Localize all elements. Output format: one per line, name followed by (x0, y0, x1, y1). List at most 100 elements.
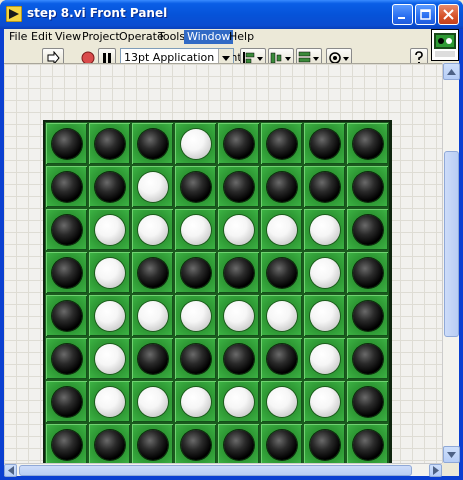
front-panel-canvas[interactable] (4, 63, 442, 469)
board-cell[interactable] (303, 423, 346, 466)
black-piece (51, 257, 82, 288)
board-cell[interactable] (346, 337, 389, 380)
board-cell[interactable] (131, 165, 174, 208)
board-cell[interactable] (346, 251, 389, 294)
board-cell[interactable] (45, 380, 88, 423)
white-piece (309, 343, 340, 374)
board-cell[interactable] (346, 294, 389, 337)
board-cell[interactable] (346, 165, 389, 208)
menu-file[interactable]: File (6, 30, 30, 44)
black-piece (266, 257, 297, 288)
white-piece (180, 386, 211, 417)
board-cell[interactable] (217, 423, 260, 466)
board-cell[interactable] (131, 208, 174, 251)
board-cell[interactable] (174, 165, 217, 208)
black-piece (352, 386, 383, 417)
board-cell[interactable] (174, 337, 217, 380)
board-cell[interactable] (217, 337, 260, 380)
board-cell[interactable] (260, 251, 303, 294)
board-cell[interactable] (88, 423, 131, 466)
black-piece (352, 128, 383, 159)
black-piece (94, 128, 125, 159)
board-cell[interactable] (45, 423, 88, 466)
board-cell[interactable] (45, 294, 88, 337)
board-cell[interactable] (303, 294, 346, 337)
white-piece (223, 214, 254, 245)
board-cell[interactable] (346, 122, 389, 165)
maximize-button[interactable] (415, 4, 436, 25)
board-cell[interactable] (260, 337, 303, 380)
board-cell[interactable] (88, 337, 131, 380)
board-cell[interactable] (346, 423, 389, 466)
vertical-scrollbar[interactable] (442, 63, 460, 463)
horizontal-scroll-thumb[interactable] (19, 465, 412, 476)
board-cell[interactable] (131, 294, 174, 337)
board-cell[interactable] (260, 122, 303, 165)
menu-help[interactable]: Help (226, 30, 257, 44)
board-cell[interactable] (45, 208, 88, 251)
board-cell[interactable] (131, 337, 174, 380)
board-cell[interactable] (303, 337, 346, 380)
board-cell[interactable] (217, 122, 260, 165)
board-cell[interactable] (45, 251, 88, 294)
board-cell[interactable] (131, 122, 174, 165)
board-cell[interactable] (174, 423, 217, 466)
board-cell[interactable] (174, 208, 217, 251)
board-cell[interactable] (174, 294, 217, 337)
board-cell[interactable] (45, 122, 88, 165)
board-cell[interactable] (131, 251, 174, 294)
board-cell[interactable] (217, 251, 260, 294)
black-piece (51, 429, 82, 460)
scroll-left-button[interactable] (4, 464, 17, 477)
scroll-right-button[interactable] (429, 464, 442, 477)
board-cell[interactable] (260, 208, 303, 251)
board-cell[interactable] (260, 165, 303, 208)
othello-board[interactable] (43, 120, 392, 469)
black-piece (352, 429, 383, 460)
horizontal-scrollbar[interactable] (4, 463, 442, 477)
board-cell[interactable] (88, 380, 131, 423)
board-cell[interactable] (88, 208, 131, 251)
board-cell[interactable] (217, 208, 260, 251)
board-cell[interactable] (88, 165, 131, 208)
board-cell[interactable] (303, 165, 346, 208)
board-cell[interactable] (217, 380, 260, 423)
board-cell[interactable] (131, 380, 174, 423)
board-cell[interactable] (174, 251, 217, 294)
board-cell[interactable] (45, 165, 88, 208)
board-cell[interactable] (346, 380, 389, 423)
board-cell[interactable] (174, 380, 217, 423)
scroll-up-button[interactable] (443, 63, 460, 80)
white-piece (94, 214, 125, 245)
board-cell[interactable] (260, 294, 303, 337)
board-cell[interactable] (88, 122, 131, 165)
minimize-button[interactable] (392, 4, 413, 25)
black-piece (352, 171, 383, 202)
board-cell[interactable] (217, 294, 260, 337)
board-cell[interactable] (303, 380, 346, 423)
board-cell[interactable] (88, 251, 131, 294)
close-button[interactable] (438, 4, 459, 25)
board-cell[interactable] (217, 165, 260, 208)
board-cell[interactable] (45, 337, 88, 380)
window-client: File Edit View Project Operate Tools Win… (4, 29, 460, 477)
board-cell[interactable] (131, 423, 174, 466)
vertical-scroll-thumb[interactable] (444, 151, 459, 337)
vi-icon[interactable] (431, 29, 459, 61)
white-piece (94, 300, 125, 331)
white-piece (180, 214, 211, 245)
board-cell[interactable] (303, 208, 346, 251)
title-bar[interactable]: step 8.vi Front Panel (0, 0, 463, 29)
white-piece (137, 171, 168, 202)
board-cell[interactable] (303, 251, 346, 294)
board-cell[interactable] (260, 423, 303, 466)
white-piece (223, 300, 254, 331)
board-cell[interactable] (303, 122, 346, 165)
board-cell[interactable] (346, 208, 389, 251)
board-cell[interactable] (260, 380, 303, 423)
black-piece (352, 214, 383, 245)
board-cell[interactable] (88, 294, 131, 337)
board-cell[interactable] (174, 122, 217, 165)
black-piece (352, 300, 383, 331)
scroll-down-button[interactable] (443, 446, 460, 463)
